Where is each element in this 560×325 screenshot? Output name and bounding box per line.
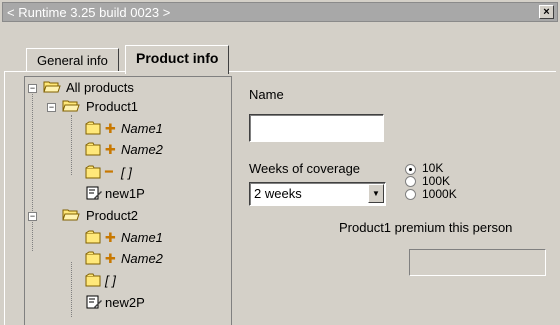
tree-label: All products (66, 80, 134, 95)
plus-icon: ✚ (105, 230, 116, 245)
tree-node-name2[interactable]: ✚ Name2 (25, 142, 225, 160)
radio-100k[interactable] (405, 176, 416, 187)
collapse-icon[interactable]: − (28, 84, 37, 93)
tree-node-new1p[interactable]: new1P (25, 186, 225, 204)
tree-label: Product1 (86, 99, 139, 114)
tree-node-all-products[interactable]: − All products (25, 80, 225, 98)
radio-1000k-label: 1000K (422, 187, 457, 201)
window-titlebar: < Runtime 3.25 build 0023 > × (2, 2, 558, 22)
collapse-icon[interactable]: − (47, 103, 56, 112)
plus-icon: ✚ (105, 142, 116, 157)
folder-icon (85, 230, 101, 244)
weeks-select-value: 2 weeks (254, 186, 302, 201)
tree-node-product2[interactable]: − Product2 (25, 208, 225, 226)
tree-node-product1[interactable]: − Product1 (25, 99, 225, 117)
tree-node-new2p[interactable]: new2P (25, 295, 225, 313)
tree-label: [ ] (121, 165, 132, 180)
tree-label: Name2 (121, 251, 163, 266)
tree-label: Name1 (121, 230, 163, 245)
folder-icon (85, 142, 101, 156)
tree-label: new1P (105, 186, 145, 201)
radio-10k[interactable] (405, 164, 416, 175)
radio-10k-label: 10K (422, 161, 444, 175)
weeks-of-coverage-label: Weeks of coverage (249, 161, 361, 176)
tree-node-name1[interactable]: ✚ Name1 (25, 230, 225, 248)
name-field[interactable] (249, 114, 384, 142)
folder-icon (85, 165, 101, 179)
tree-node-name1[interactable]: ✚ Name1 (25, 121, 225, 139)
open-folder-icon (62, 100, 80, 112)
tree-label: Product2 (86, 208, 139, 223)
tree-label: new2P (105, 295, 145, 310)
tree-node-empty[interactable]: ━ [ ] (25, 164, 225, 183)
folder-icon (85, 273, 101, 287)
plus-icon: ✚ (105, 121, 116, 136)
tree-label: Name1 (121, 121, 163, 136)
chevron-down-icon[interactable]: ▼ (368, 184, 384, 203)
tree-node-name2[interactable]: ✚ Name2 (25, 251, 225, 269)
open-folder-icon (43, 81, 61, 93)
product-tree[interactable]: − All products − Product1 ✚ Name1 ✚ Name… (24, 76, 232, 325)
open-folder-icon (62, 209, 80, 221)
tree-label: Name2 (121, 142, 163, 157)
window-title: < Runtime 3.25 build 0023 > (7, 5, 171, 20)
edit-document-icon (86, 295, 102, 309)
edit-document-icon (86, 186, 102, 200)
close-button[interactable]: × (539, 5, 554, 19)
radio-100k-label: 100K (422, 174, 451, 188)
collapse-icon[interactable]: − (28, 212, 37, 221)
name-label: Name (249, 87, 284, 102)
folder-icon (85, 251, 101, 265)
tree-node-empty[interactable]: [ ] (25, 273, 225, 291)
folder-icon (85, 121, 101, 135)
premium-label: Product1 premium this person (339, 220, 513, 235)
tab-general-info[interactable]: General info (26, 48, 119, 71)
premium-field (409, 249, 546, 276)
radio-1000k[interactable] (405, 189, 416, 200)
minus-icon: ━ (105, 164, 113, 179)
weeks-select[interactable]: 2 weeks ▼ (249, 182, 386, 206)
plus-icon: ✚ (105, 251, 116, 266)
tab-product-info[interactable]: Product info (125, 45, 230, 74)
tree-label: [ ] (105, 273, 116, 288)
